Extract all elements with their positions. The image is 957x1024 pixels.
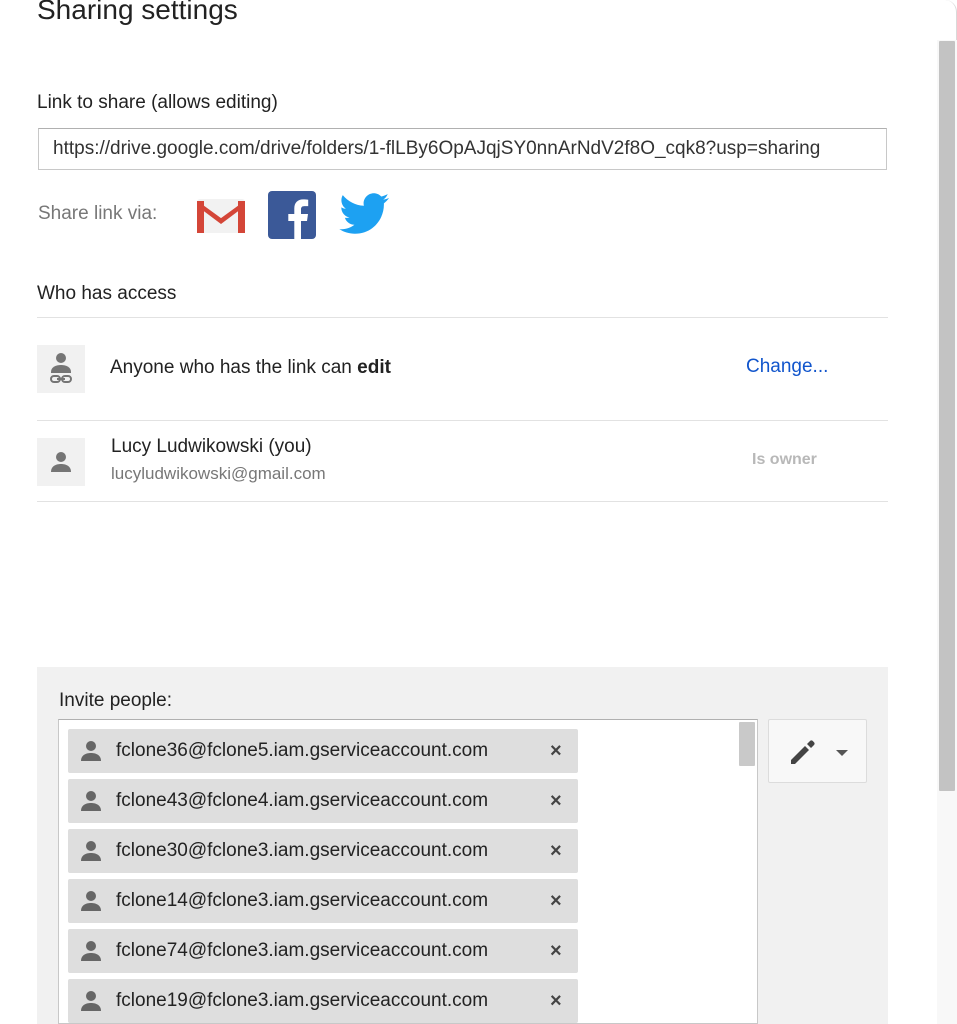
invitee-chip: fclone43@fclone4.iam.gserviceaccount.com… bbox=[68, 779, 578, 823]
owner-role-label: Is owner bbox=[752, 451, 817, 468]
invitee-chip: fclone30@fclone3.iam.gserviceaccount.com… bbox=[68, 829, 578, 873]
person-link-icon bbox=[50, 353, 72, 383]
sharing-dialog: Sharing settings Link to share (allows e… bbox=[0, 0, 957, 1024]
person-icon bbox=[81, 991, 101, 1011]
remove-invitee-icon[interactable]: × bbox=[550, 989, 562, 1013]
facebook-icon[interactable] bbox=[268, 191, 316, 239]
invitee-chip: fclone36@fclone5.iam.gserviceaccount.com… bbox=[68, 729, 578, 773]
share-via-label: Share link via: bbox=[38, 203, 158, 224]
share-link-field[interactable] bbox=[38, 128, 887, 170]
dialog-scrollbar-thumb[interactable] bbox=[939, 41, 955, 791]
person-icon bbox=[51, 452, 71, 472]
invitee-chip: fclone74@fclone3.iam.gserviceaccount.com… bbox=[68, 929, 578, 973]
person-icon bbox=[81, 941, 101, 961]
person-icon bbox=[81, 791, 101, 811]
link-access-level: edit bbox=[357, 357, 391, 378]
invitee-chip: fclone19@fclone3.iam.gserviceaccount.com… bbox=[68, 979, 578, 1023]
invitee-email: fclone43@fclone4.iam.gserviceaccount.com bbox=[116, 790, 489, 811]
divider bbox=[37, 501, 888, 502]
invitee-email: fclone14@fclone3.iam.gserviceaccount.com bbox=[116, 890, 489, 911]
remove-invitee-icon[interactable]: × bbox=[550, 939, 562, 963]
owner-avatar bbox=[37, 438, 85, 486]
person-icon bbox=[81, 891, 101, 911]
invite-scrollbar-thumb[interactable] bbox=[739, 722, 755, 766]
owner-name: Lucy Ludwikowski (you) bbox=[111, 436, 312, 457]
invitee-chip: fclone14@fclone3.iam.gserviceaccount.com… bbox=[68, 879, 578, 923]
link-access-prefix: Anyone who has the link can bbox=[110, 357, 352, 378]
owner-email: lucyludwikowski@gmail.com bbox=[111, 464, 326, 483]
divider bbox=[37, 420, 888, 421]
invitee-email: fclone74@fclone3.iam.gserviceaccount.com bbox=[116, 940, 489, 961]
invitee-email: fclone19@fclone3.iam.gserviceaccount.com bbox=[116, 990, 489, 1011]
permission-dropdown-button[interactable] bbox=[768, 719, 867, 783]
remove-invitee-icon[interactable]: × bbox=[550, 789, 562, 813]
link-access-description: Anyone who has the link can edit bbox=[110, 357, 391, 379]
invite-label: Invite people: bbox=[59, 690, 173, 711]
divider bbox=[37, 317, 888, 318]
gmail-icon[interactable] bbox=[196, 196, 246, 236]
link-label: Link to share (allows editing) bbox=[37, 92, 278, 113]
remove-invitee-icon[interactable]: × bbox=[550, 889, 562, 913]
dialog-title: Sharing settings bbox=[37, 0, 238, 25]
who-has-access-label: Who has access bbox=[37, 283, 177, 304]
change-access-link[interactable]: Change... bbox=[746, 356, 828, 378]
chevron-down-icon bbox=[836, 750, 848, 756]
twitter-icon[interactable] bbox=[339, 192, 391, 238]
person-icon bbox=[81, 841, 101, 861]
pencil-icon bbox=[791, 740, 815, 764]
person-icon bbox=[81, 741, 101, 761]
remove-invitee-icon[interactable]: × bbox=[550, 839, 562, 863]
invitee-email: fclone36@fclone5.iam.gserviceaccount.com bbox=[116, 740, 489, 761]
link-access-avatar bbox=[37, 345, 85, 393]
invitee-email: fclone30@fclone3.iam.gserviceaccount.com bbox=[116, 840, 489, 861]
remove-invitee-icon[interactable]: × bbox=[550, 739, 562, 763]
